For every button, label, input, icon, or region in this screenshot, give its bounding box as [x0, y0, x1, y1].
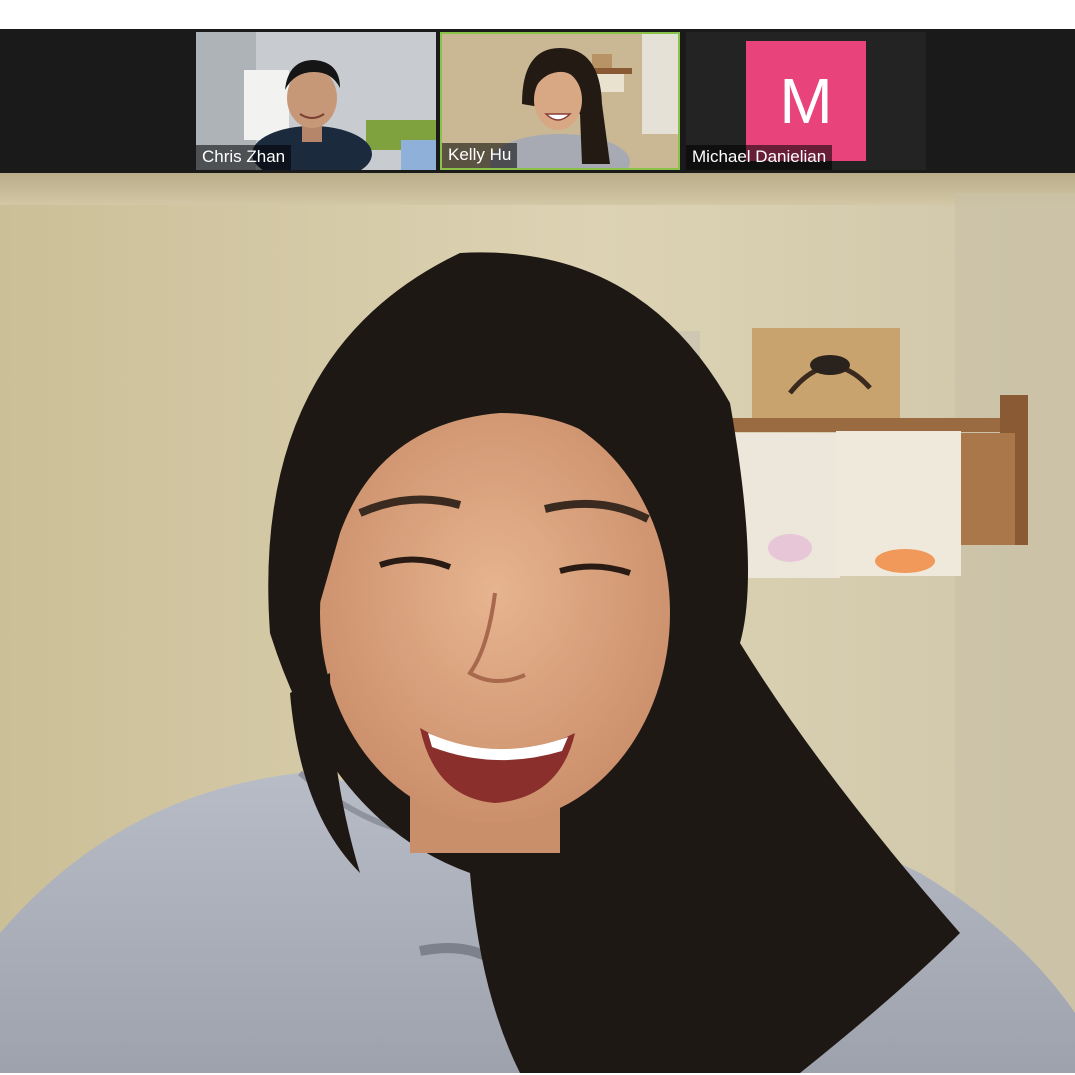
- participant-name-label: Kelly Hu: [442, 143, 518, 168]
- participant-strip: Chris Zhan Kelly Hu M Michael Danielian: [0, 29, 1075, 173]
- active-speaker-video-frame: [0, 173, 1075, 1073]
- participant-name-label: Michael Danielian: [686, 145, 833, 170]
- participant-name-label: Chris Zhan: [196, 145, 292, 170]
- active-speaker-video: [0, 173, 1075, 1073]
- zoom-meeting-window: Chris Zhan Kelly Hu M Michael Danielian: [0, 0, 1075, 1075]
- avatar: M: [746, 41, 866, 161]
- participant-tile-chris-zhan[interactable]: Chris Zhan: [196, 32, 436, 170]
- participant-tile-kelly-hu[interactable]: Kelly Hu: [440, 32, 680, 170]
- participant-tile-michael-danielian[interactable]: M Michael Danielian: [686, 32, 926, 170]
